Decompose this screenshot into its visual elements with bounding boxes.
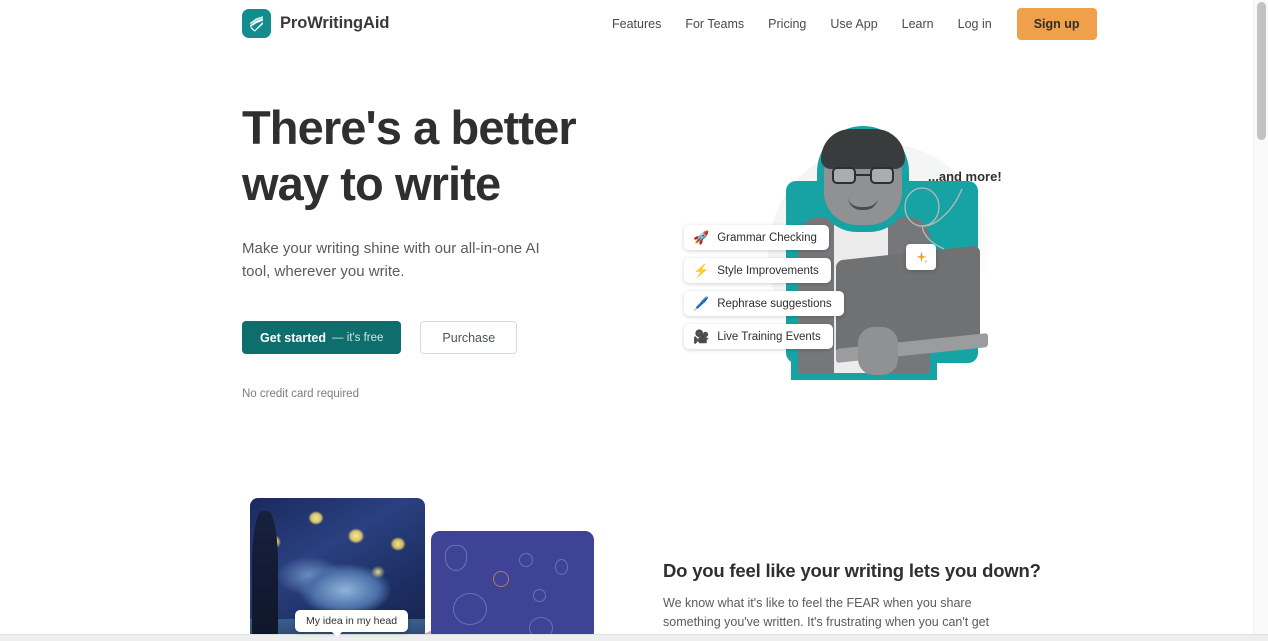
hero-title-line-1: There's a better (242, 101, 577, 154)
chip-label: Style Improvements (717, 264, 819, 277)
page-root: ProWritingAid Features For Teams Pricing… (0, 0, 1268, 641)
purchase-button[interactable]: Purchase (420, 321, 518, 354)
nav-item-for-teams[interactable]: For Teams (673, 11, 756, 37)
chip-label: Live Training Events (717, 330, 821, 343)
pen-icon: 🖊️ (693, 296, 710, 311)
hero-title-line-2: way to write (242, 157, 501, 210)
get-started-label: Get started (260, 330, 326, 345)
rocket-icon: 🚀 (693, 230, 710, 245)
vertical-scrollbar[interactable] (1253, 0, 1268, 634)
idea-tooltip: My idea in my head (295, 610, 409, 637)
nav-item-learn[interactable]: Learn (890, 11, 946, 37)
stacked-pages-check-icon (242, 9, 271, 38)
feature-chip-list: 🚀 Grammar Checking ⚡ Style Improvements … (684, 225, 844, 349)
nav-item-use-app[interactable]: Use App (818, 11, 889, 37)
chip-style-improvements[interactable]: ⚡ Style Improvements (684, 258, 831, 283)
lower-section-title: Do you feel like your writing lets you d… (663, 560, 1041, 581)
chip-label: Rephrase suggestions (717, 297, 832, 310)
site-header: ProWritingAid Features For Teams Pricing… (0, 0, 1253, 48)
nav-item-log-in[interactable]: Log in (946, 11, 1004, 37)
chip-live-training-events[interactable]: 🎥 Live Training Events (684, 324, 833, 349)
plain-blue-card (431, 531, 594, 641)
main-nav: Features For Teams Pricing Use App Learn… (600, 0, 1097, 48)
idea-comparison-illustration: My idea in my head (250, 498, 630, 641)
chip-label: Grammar Checking (717, 231, 817, 244)
brand-logo-link[interactable]: ProWritingAid (242, 9, 389, 38)
hero-copy: There's a better way to write Make your … (242, 100, 642, 400)
brand-name: ProWritingAid (280, 14, 390, 32)
nav-item-features[interactable]: Features (600, 11, 673, 37)
person-hand (858, 327, 898, 375)
painting-cypress-tree (252, 511, 278, 641)
chip-grammar-checking[interactable]: 🚀 Grammar Checking (684, 225, 829, 250)
no-credit-card-note: No credit card required (242, 388, 359, 400)
hero-illustration: ...and more! 🚀 Grammar Checking ⚡ Style … (660, 105, 1010, 390)
video-camera-icon: 🎥 (693, 329, 710, 344)
chip-rephrase-suggestions[interactable]: 🖊️ Rephrase suggestions (684, 291, 844, 316)
hero-subtitle: Make your writing shine with our all-in-… (242, 240, 540, 280)
get-started-button[interactable]: Get started — it's free (242, 321, 402, 354)
lower-section-copy: Do you feel like your writing lets you d… (663, 560, 1063, 641)
sparkles-icon (906, 244, 936, 270)
hero-cta-group: Get started — it's free Purchase (242, 321, 642, 354)
get-started-suffix: — it's free (332, 331, 384, 344)
glasses-icon (832, 167, 894, 184)
sign-up-button[interactable]: Sign up (1016, 8, 1097, 40)
and-more-label: ...and more! (928, 169, 1002, 184)
horizontal-scrollbar[interactable] (0, 634, 1268, 641)
person-hair (821, 129, 905, 169)
vertical-scrollbar-thumb[interactable] (1257, 2, 1266, 140)
hero-title: There's a better way to write (242, 100, 642, 212)
lightning-icon: ⚡ (693, 263, 710, 278)
nav-item-pricing[interactable]: Pricing (756, 11, 818, 37)
